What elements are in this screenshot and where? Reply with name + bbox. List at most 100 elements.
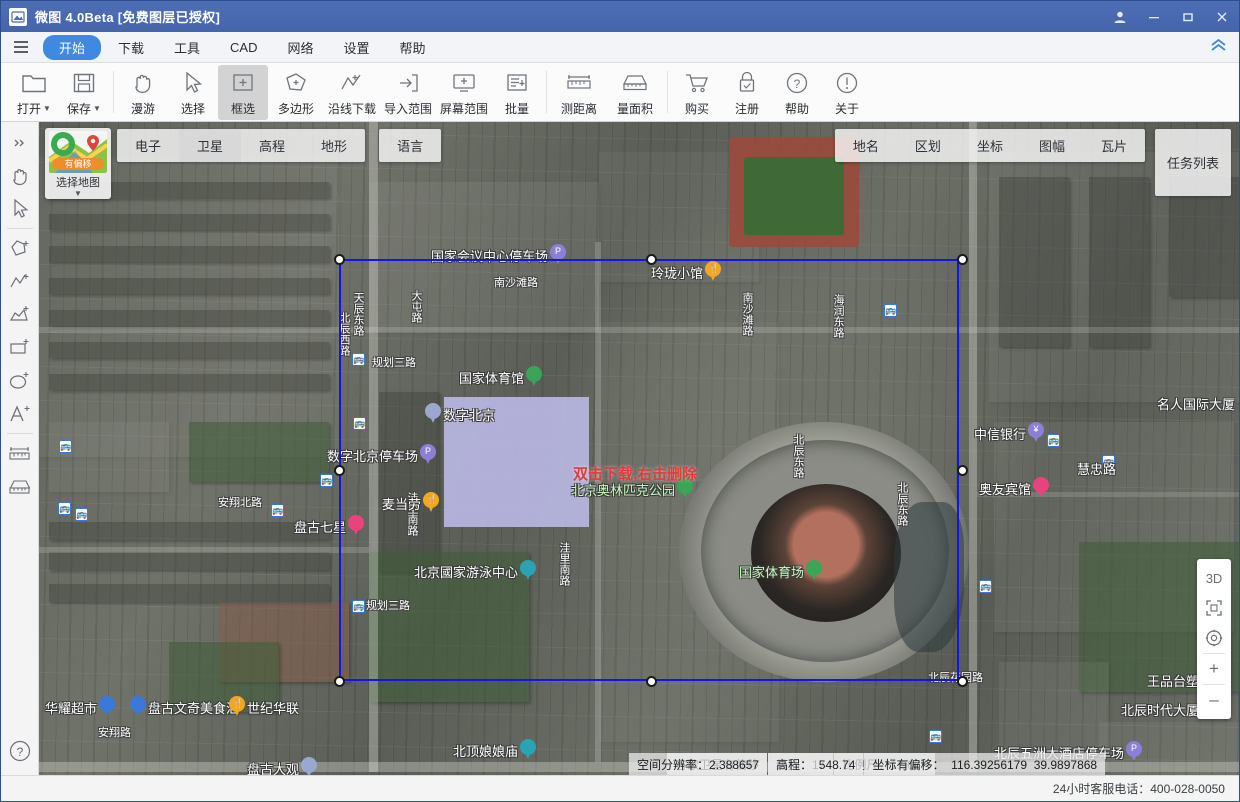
zoom-out-button[interactable]: – [1198,685,1230,715]
chevron-down-icon[interactable]: ▼ [47,190,109,197]
pan-hand-icon[interactable] [4,159,36,192]
add-polyline-icon[interactable] [4,265,36,298]
save-button[interactable]: 保存▼ [59,65,109,120]
resize-handle-se[interactable] [957,676,968,687]
chevron-up-double-icon[interactable] [1210,38,1227,57]
map-source-chooser[interactable]: 有偏移 选择地图 ▼ [45,128,111,199]
save-disk-icon [72,68,96,98]
batch-button[interactable]: 批量 [492,65,542,120]
poi-label: 名人国际大厦 [1157,394,1235,413]
resize-handle-sw[interactable] [334,676,345,687]
rectangle-select-icon [230,68,256,98]
overlay-group: 地名 区划 坐标 图幅 瓦片 [835,129,1145,162]
add-ellipse-icon[interactable] [4,364,36,397]
bus-stop-icon: 🚌 [929,730,942,743]
measure-area-button[interactable]: 量面积 [607,65,663,120]
bus-stop-icon: 🚌 [271,504,284,517]
resize-handle-ne[interactable] [957,254,968,265]
toolbar-divider [113,71,114,113]
expand-panel-icon[interactable] [4,126,36,159]
bus-stop-icon: 🚌 [1047,434,1060,447]
overlay-button-placename[interactable]: 地名 [835,129,897,162]
buy-button[interactable]: 购买 [672,65,722,120]
minimize-icon[interactable] [1137,1,1171,32]
menu-item-download[interactable]: 下载 [105,35,157,60]
overlay-button-tile[interactable]: 瓦片 [1083,129,1145,162]
task-list-button[interactable]: 任务列表 [1155,129,1231,196]
menu-item-start[interactable]: 开始 [43,35,101,60]
add-area-icon[interactable] [4,298,36,331]
overlay-button-sheet[interactable]: 图幅 [1021,129,1083,162]
menu-item-network[interactable]: 网络 [275,35,327,60]
map-side-controls: 3D + – [1197,559,1231,719]
measure-distance-icon [565,68,593,98]
maximize-icon[interactable] [1171,1,1205,32]
pan-button[interactable]: 漫游 [118,65,168,120]
three-d-button[interactable]: 3D [1198,563,1230,593]
bus-stop-icon: 🚌 [979,580,992,593]
select-button[interactable]: 选择 [168,65,218,120]
add-text-icon[interactable] [4,397,36,430]
overlay-button-district[interactable]: 区划 [897,129,959,162]
layer-button-satellite[interactable]: 卫星 [179,129,241,162]
menu-bar: 开始 下载 工具 CAD 网络 设置 帮助 [1,32,1239,63]
batch-label: 批量 [505,100,529,117]
resize-handle-e[interactable] [957,465,968,476]
locate-compass-icon[interactable] [1198,623,1230,653]
bank-pin-icon: ¥ [1028,422,1044,444]
measure-distance-icon[interactable] [4,437,36,470]
map-viewport[interactable]: 国家会议中心停车场P 玲珑小馆🍴 国家体育馆 数字北京 数字北京停车场P 麦当劳… [39,122,1239,775]
bus-stop-icon: 🚌 [59,440,72,453]
menu-item-settings[interactable]: 设置 [331,35,383,60]
resize-handle-n[interactable] [646,254,657,265]
register-button[interactable]: 注册 [722,65,772,120]
left-tool-strip: ? [1,122,39,775]
poi-label: 中信银行 [974,424,1026,443]
tool-divider [7,228,33,229]
overlay-button-coordinate[interactable]: 坐标 [959,129,1021,162]
menu-item-help[interactable]: 帮助 [387,35,439,60]
hamburger-menu-icon[interactable] [7,35,35,59]
folder-open-icon [21,68,47,98]
menu-item-cad[interactable]: CAD [217,37,270,58]
menu-item-tools[interactable]: 工具 [161,35,213,60]
layer-button-electronic[interactable]: 电子 [117,129,179,162]
window-title: 微图 4.0Beta [免费图层已授权] [35,7,220,26]
resize-handle-w[interactable] [334,465,345,476]
add-polygon-icon[interactable] [4,232,36,265]
layer-button-terrain[interactable]: 地形 [303,129,365,162]
user-account-icon[interactable] [1103,1,1137,32]
cursor-arrow-icon[interactable] [4,192,36,225]
close-icon[interactable] [1205,1,1239,32]
help-circle-icon[interactable]: ? [4,734,36,767]
rect-select-button[interactable]: 框选 [218,65,268,120]
polygon-select-label: 多边形 [278,100,314,117]
help-button[interactable]: ? 帮助 [772,65,822,120]
screen-range-button[interactable]: 屏幕范围 [436,65,492,120]
tool-divider [7,433,33,434]
import-range-label: 导入范围 [384,100,432,117]
line-download-button[interactable]: 沿线下载 [324,65,380,120]
bus-stop-icon: 🚌 [320,474,333,487]
about-button[interactable]: 关于 [822,65,872,120]
save-label: 保存 [67,100,91,117]
language-group: 语言 [379,129,441,162]
measure-distance-button[interactable]: 测距离 [551,65,607,120]
rect-select-label: 框选 [231,100,255,117]
zoom-in-button[interactable]: + [1198,654,1230,684]
measure-area-icon[interactable] [4,470,36,503]
main-body: ? [1,122,1239,775]
road-label: 安翔路 [98,724,131,740]
layer-button-elevation[interactable]: 高程 [241,129,303,162]
open-button[interactable]: 打开▼ [9,65,59,120]
polygon-select-button[interactable]: 多边形 [268,65,324,120]
import-range-button[interactable]: 导入范围 [380,65,436,120]
fit-extent-icon[interactable] [1198,593,1230,623]
add-rectangle-icon[interactable] [4,331,36,364]
resize-handle-s[interactable] [646,676,657,687]
screen-range-icon [451,68,477,98]
polyline-download-icon [339,68,365,98]
title-bar: 微图 4.0Beta [免费图层已授权] [1,1,1239,32]
resize-handle-nw[interactable] [334,254,345,265]
language-button[interactable]: 语言 [379,129,441,162]
